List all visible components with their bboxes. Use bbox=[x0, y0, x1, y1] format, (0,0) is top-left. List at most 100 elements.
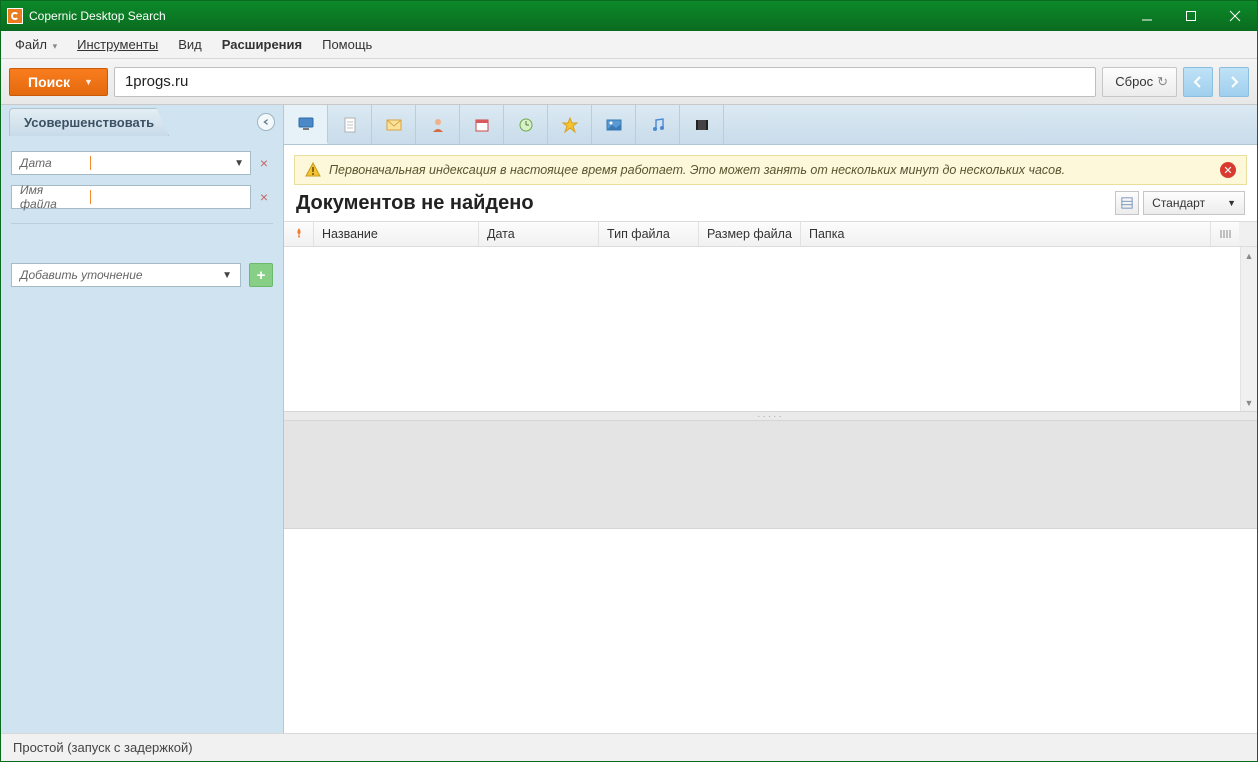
reset-label: Сброс bbox=[1115, 74, 1153, 89]
column-filetype[interactable]: Тип файла bbox=[599, 222, 699, 246]
category-pictures[interactable] bbox=[592, 105, 636, 144]
titlebar: Copernic Desktop Search bbox=[1, 1, 1257, 31]
refine-date-label: Дата bbox=[12, 156, 90, 170]
chevron-down-icon: ▼ bbox=[1227, 198, 1236, 208]
add-refinement-label: Добавить уточнение bbox=[20, 268, 143, 282]
alert-close-button[interactable]: ✕ bbox=[1220, 162, 1236, 178]
music-icon bbox=[650, 117, 666, 133]
category-music[interactable] bbox=[636, 105, 680, 144]
chevron-down-icon: ▼ bbox=[222, 270, 232, 281]
column-options[interactable] bbox=[1211, 222, 1239, 246]
results-columns: Название Дата Тип файла Размер файла Пап… bbox=[284, 221, 1257, 247]
close-button[interactable] bbox=[1213, 1, 1257, 31]
body: Усовершенствовать Дата ▼ × Имя файла bbox=[1, 105, 1257, 733]
view-mode-select[interactable]: Стандарт ▼ bbox=[1143, 191, 1245, 215]
chevron-down-icon: ▼ bbox=[84, 77, 93, 87]
calendar-icon bbox=[474, 117, 490, 133]
category-all[interactable] bbox=[284, 105, 328, 144]
menubar: Файл ▾ Инструменты Вид Расширения Помощь bbox=[1, 31, 1257, 59]
preview-header-panel bbox=[284, 421, 1257, 529]
search-toolbar: Поиск ▼ Сброс ↻ bbox=[1, 59, 1257, 105]
column-name[interactable]: Название bbox=[314, 222, 479, 246]
refine-spacer bbox=[11, 223, 273, 251]
menu-file[interactable]: Файл ▾ bbox=[5, 33, 67, 56]
results-title: Документов не найдено bbox=[296, 192, 1115, 215]
picture-icon bbox=[606, 117, 622, 133]
star-icon bbox=[562, 117, 578, 133]
add-refinement-row: Добавить уточнение ▼ + bbox=[1, 263, 283, 297]
search-button[interactable]: Поиск ▼ bbox=[9, 68, 108, 96]
sidebar-collapse-button[interactable] bbox=[257, 113, 275, 131]
window-title: Copernic Desktop Search bbox=[29, 9, 1125, 23]
nav-back-button[interactable] bbox=[1183, 67, 1213, 97]
splitter[interactable]: ····· bbox=[284, 411, 1257, 421]
menu-extensions[interactable]: Расширения bbox=[212, 33, 312, 56]
statusbar: Простой (запуск с задержкой) bbox=[1, 733, 1257, 761]
minimize-button[interactable] bbox=[1125, 1, 1169, 31]
category-history[interactable] bbox=[504, 105, 548, 144]
category-favorites[interactable] bbox=[548, 105, 592, 144]
scrollbar-header bbox=[1239, 222, 1257, 246]
person-icon bbox=[430, 117, 446, 133]
view-mode-label: Стандарт bbox=[1152, 196, 1205, 210]
refine-header: Усовершенствовать bbox=[1, 105, 283, 139]
chevron-down-icon: ▼ bbox=[234, 158, 244, 169]
field-divider bbox=[90, 156, 91, 170]
results-header: Документов не найдено Стандарт ▼ bbox=[284, 185, 1257, 221]
category-documents[interactable] bbox=[328, 105, 372, 144]
refine-filename-field[interactable]: Имя файла bbox=[11, 185, 251, 209]
field-divider bbox=[90, 190, 91, 204]
mail-icon bbox=[386, 117, 402, 133]
column-relevance[interactable] bbox=[284, 222, 314, 246]
nav-forward-button[interactable] bbox=[1219, 67, 1249, 97]
refine-date-field[interactable]: Дата ▼ bbox=[11, 151, 251, 175]
columns-icon bbox=[1219, 228, 1231, 240]
scroll-down-icon[interactable]: ▼ bbox=[1241, 394, 1257, 411]
main-panel: Первоначальная индексация в настоящее вр… bbox=[284, 105, 1257, 733]
refine-body: Дата ▼ × Имя файла × bbox=[1, 139, 283, 263]
grid-icon bbox=[1121, 197, 1133, 209]
menu-tools[interactable]: Инструменты bbox=[67, 33, 168, 56]
category-video[interactable] bbox=[680, 105, 724, 144]
column-folder[interactable]: Папка bbox=[801, 222, 1211, 246]
window-controls bbox=[1125, 1, 1257, 31]
refresh-icon: ↻ bbox=[1157, 74, 1168, 90]
column-filesize[interactable]: Размер файла bbox=[699, 222, 801, 246]
add-refinement-button[interactable]: + bbox=[249, 263, 273, 287]
film-icon bbox=[694, 117, 710, 133]
app-icon bbox=[7, 8, 23, 24]
clock-icon bbox=[518, 117, 534, 133]
category-mail[interactable] bbox=[372, 105, 416, 144]
refine-date-remove[interactable]: × bbox=[255, 154, 273, 172]
category-contacts[interactable] bbox=[416, 105, 460, 144]
refine-filename-row: Имя файла × bbox=[11, 185, 273, 209]
refine-tab[interactable]: Усовершенствовать bbox=[9, 108, 169, 136]
category-tabs bbox=[284, 105, 1257, 145]
reset-button[interactable]: Сброс ↻ bbox=[1102, 67, 1177, 97]
status-text: Простой (запуск с задержкой) bbox=[13, 740, 193, 755]
document-icon bbox=[342, 117, 358, 133]
indexing-alert: Первоначальная индексация в настоящее вр… bbox=[294, 155, 1247, 185]
search-button-label: Поиск bbox=[28, 74, 70, 90]
alert-text: Первоначальная индексация в настоящее вр… bbox=[329, 163, 1065, 177]
category-calendar[interactable] bbox=[460, 105, 504, 144]
refine-filename-label: Имя файла bbox=[12, 183, 90, 211]
monitor-icon bbox=[298, 116, 314, 132]
scrollbar[interactable]: ▲ ▼ bbox=[1240, 247, 1257, 411]
results-body: ▲ ▼ bbox=[284, 247, 1257, 411]
menu-tools-label: Инструменты bbox=[77, 37, 158, 52]
refine-date-row: Дата ▼ × bbox=[11, 151, 273, 175]
menu-view[interactable]: Вид bbox=[168, 33, 212, 56]
menu-help[interactable]: Помощь bbox=[312, 33, 382, 56]
flame-icon bbox=[294, 228, 304, 240]
column-date[interactable]: Дата bbox=[479, 222, 599, 246]
menu-file-label: Файл bbox=[15, 37, 47, 52]
maximize-button[interactable] bbox=[1169, 1, 1213, 31]
add-refinement-select[interactable]: Добавить уточнение ▼ bbox=[11, 263, 241, 287]
preview-body-panel bbox=[284, 529, 1257, 733]
refine-filename-remove[interactable]: × bbox=[255, 188, 273, 206]
warning-icon bbox=[305, 162, 321, 178]
view-grid-button[interactable] bbox=[1115, 191, 1139, 215]
scroll-up-icon[interactable]: ▲ bbox=[1241, 247, 1257, 264]
search-input[interactable] bbox=[114, 67, 1096, 97]
